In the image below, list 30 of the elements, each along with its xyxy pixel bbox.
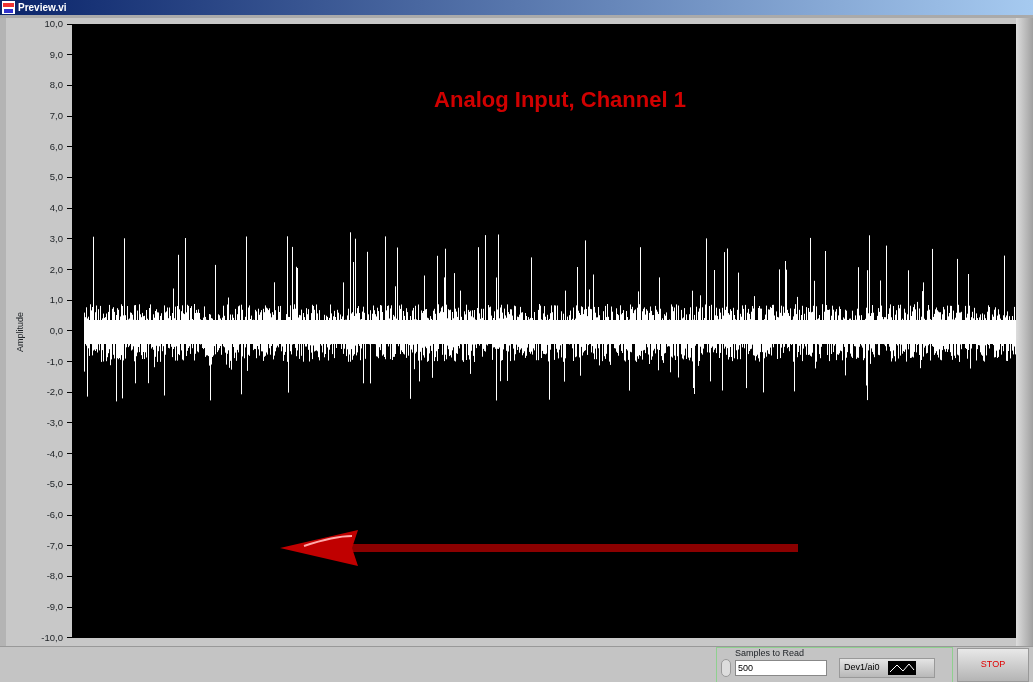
tick-label: 6,0: [49, 140, 63, 153]
tick-label: 10,0: [44, 18, 63, 30]
window-title: Preview.vi: [18, 1, 67, 15]
spinner[interactable]: [721, 658, 731, 677]
tick-label: -3,0: [46, 416, 63, 429]
tick-label: 9,0: [49, 48, 63, 61]
input-field[interactable]: 500: [735, 659, 827, 676]
tick-label: 0,0: [49, 324, 63, 337]
tick-label: 2,0: [49, 263, 63, 276]
tick-label: -6,0: [46, 509, 63, 521]
graph-title: Analog Input, Channel 1: [434, 87, 686, 112]
field-label: Samples to Read: [734, 647, 806, 658]
tick-label: -9,0: [46, 601, 63, 614]
axis-label: Amplitude: [15, 312, 25, 352]
tick-label: 7,0: [49, 110, 63, 123]
tick-label: 4,0: [49, 202, 63, 215]
tick-label: -2,0: [46, 386, 63, 399]
tick-label: -5,0: [46, 478, 63, 491]
waveform-icon: [887, 660, 916, 675]
tick-label: 1,0: [49, 294, 63, 307]
tick-label: -7,0: [46, 539, 63, 552]
tick-label: 5,0: [49, 171, 63, 184]
app-icon: [2, 1, 15, 14]
tick-label: -4,0: [46, 447, 63, 460]
tick-label: 8,0: [49, 79, 63, 92]
tick-label: -1,0: [46, 355, 63, 368]
tick-label: -10,0: [41, 631, 63, 644]
tick-label: 3,0: [49, 232, 63, 245]
channel-selector[interactable]: Dev1/ai0: [839, 657, 935, 678]
tick-label: -8,0: [46, 570, 63, 583]
